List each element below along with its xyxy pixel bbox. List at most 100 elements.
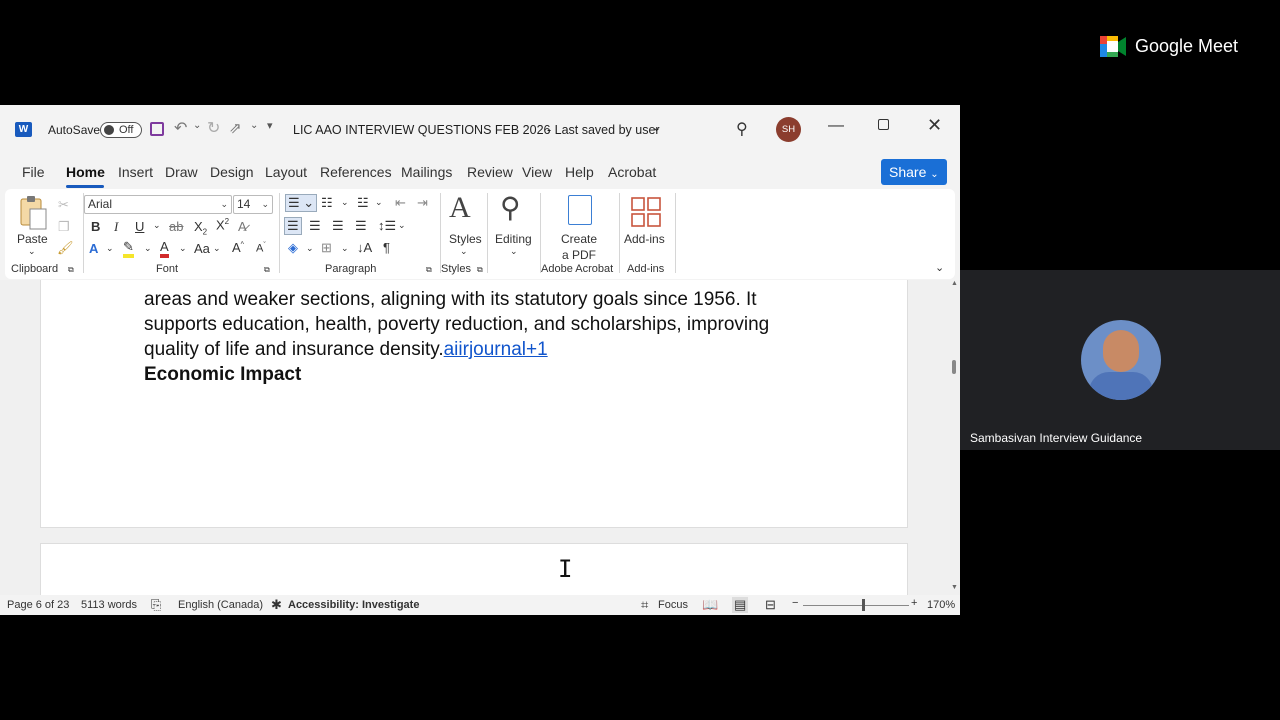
borders-icon[interactable]: ⊞ bbox=[321, 240, 332, 256]
chevron-down-icon[interactable]: ⌄ bbox=[375, 197, 383, 208]
chevron-down-icon[interactable]: ⌄ bbox=[144, 243, 152, 254]
clear-formatting-icon[interactable]: A̷ bbox=[238, 219, 247, 234]
read-mode-icon[interactable]: 📖 bbox=[702, 597, 718, 613]
autosave-toggle[interactable]: Off bbox=[100, 122, 142, 138]
tab-help[interactable]: Help bbox=[565, 164, 594, 180]
align-right-icon[interactable]: ☰ bbox=[332, 218, 344, 234]
chevron-down-icon[interactable]: ⌄ bbox=[153, 220, 161, 231]
avatar[interactable]: SH bbox=[776, 117, 801, 142]
web-layout-icon[interactable]: ⊟ bbox=[765, 597, 776, 613]
tab-references[interactable]: References bbox=[320, 164, 392, 180]
zoom-slider-thumb[interactable] bbox=[862, 599, 865, 611]
focus-icon[interactable]: ⌗ bbox=[641, 597, 648, 613]
line-spacing-icon[interactable]: ↕☰ bbox=[378, 218, 396, 234]
citation-link[interactable]: aiirjournal+1 bbox=[444, 339, 548, 360]
create-pdf-label-2[interactable]: a PDF bbox=[562, 248, 596, 262]
tab-home[interactable]: Home bbox=[66, 164, 105, 180]
page-count[interactable]: Page 6 of 23 bbox=[7, 599, 69, 611]
paste-label[interactable]: Paste bbox=[17, 232, 48, 246]
decrease-indent-icon[interactable]: ⇤ bbox=[395, 195, 406, 211]
tab-insert[interactable]: Insert bbox=[118, 164, 153, 180]
word-count[interactable]: 5113 words bbox=[81, 599, 137, 611]
styles-label[interactable]: Styles bbox=[449, 232, 482, 246]
chevron-down-icon[interactable]: ⌄ bbox=[398, 220, 406, 231]
search-icon[interactable]: ⚲ bbox=[736, 119, 748, 139]
create-pdf-icon[interactable] bbox=[568, 195, 592, 225]
add-ins-icon[interactable] bbox=[631, 197, 661, 227]
zoom-in-icon[interactable]: + bbox=[911, 597, 917, 609]
accessibility-icon[interactable]: ✱ bbox=[271, 597, 282, 613]
undo-dropdown-icon[interactable]: ⌄ bbox=[193, 120, 201, 131]
scroll-down-icon[interactable]: ▼ bbox=[951, 584, 958, 591]
align-center-icon[interactable]: ☰ bbox=[309, 218, 321, 234]
align-left-icon[interactable]: ☰ bbox=[284, 217, 302, 235]
dialog-launcher-icon[interactable]: ⧉ bbox=[264, 265, 270, 275]
tab-acrobat[interactable]: Acrobat bbox=[608, 164, 656, 180]
format-painter-icon[interactable]: 🖌 bbox=[57, 240, 74, 256]
tab-draw[interactable]: Draw bbox=[165, 164, 198, 180]
redo-icon[interactable]: ↻ bbox=[207, 118, 220, 138]
print-layout-icon[interactable]: ▤ bbox=[732, 597, 749, 613]
underline-icon[interactable]: U bbox=[135, 219, 144, 234]
participant-tile[interactable]: Sambasivan Interview Guidance bbox=[960, 270, 1280, 450]
zoom-out-icon[interactable]: − bbox=[792, 597, 798, 609]
add-ins-label[interactable]: Add-ins bbox=[624, 232, 665, 246]
share-quick-dropdown-icon[interactable]: ⌄ bbox=[250, 120, 258, 131]
chevron-down-icon[interactable]: ⌄ bbox=[510, 246, 518, 257]
chevron-down-icon[interactable]: ⌄ bbox=[306, 243, 314, 254]
create-pdf-label-1[interactable]: Create bbox=[561, 232, 597, 246]
justify-icon[interactable]: ☰ bbox=[355, 218, 367, 234]
show-formatting-icon[interactable]: ¶ bbox=[383, 240, 390, 255]
superscript-icon[interactable]: X2 bbox=[216, 217, 229, 232]
copy-icon[interactable]: ❐ bbox=[58, 219, 70, 235]
saved-status[interactable]: - Last saved by user bbox=[547, 123, 660, 137]
bold-icon[interactable]: B bbox=[91, 219, 100, 234]
chevron-down-icon[interactable]: ⌄ bbox=[460, 246, 468, 257]
highlight-icon[interactable]: ✎ bbox=[123, 240, 134, 258]
zoom-slider[interactable] bbox=[803, 605, 909, 606]
chevron-down-icon[interactable]: ⌄ bbox=[106, 243, 114, 254]
minimize-icon[interactable]: — bbox=[828, 117, 844, 135]
strikethrough-icon[interactable]: ab bbox=[169, 219, 183, 234]
tab-layout[interactable]: Layout bbox=[265, 164, 307, 180]
numbering-icon[interactable]: ☷ bbox=[321, 195, 333, 211]
chevron-down-icon[interactable]: ⌄ bbox=[341, 243, 349, 254]
sort-icon[interactable]: ↓A bbox=[357, 240, 372, 255]
customize-toolbar-icon[interactable]: ▾ bbox=[267, 119, 273, 132]
italic-icon[interactable]: I bbox=[114, 219, 118, 235]
focus-label[interactable]: Focus bbox=[658, 599, 688, 611]
cut-icon[interactable]: ✂ bbox=[58, 197, 69, 213]
tab-review[interactable]: Review bbox=[467, 164, 513, 180]
text-effects-icon[interactable]: A bbox=[89, 241, 98, 256]
chevron-down-icon[interactable]: ⌄ bbox=[28, 246, 36, 257]
font-size-select[interactable]: 14 ⌄ bbox=[233, 195, 273, 214]
grow-font-icon[interactable]: A^ bbox=[232, 240, 244, 255]
change-case-icon[interactable]: Aa bbox=[194, 241, 210, 256]
editing-search-icon[interactable]: ⚲ bbox=[500, 191, 521, 224]
document-page[interactable]: areas and weaker sections, aligning with… bbox=[40, 280, 908, 528]
scrollbar-thumb[interactable] bbox=[952, 360, 956, 374]
dialog-launcher-icon[interactable]: ⧉ bbox=[477, 265, 483, 275]
accessibility-status[interactable]: Accessibility: Investigate bbox=[288, 599, 419, 611]
chevron-down-icon[interactable]: ⌄ bbox=[179, 243, 187, 254]
share-quick-icon[interactable]: ⇗ bbox=[229, 119, 242, 137]
close-icon[interactable]: ✕ bbox=[927, 115, 942, 136]
font-name-select[interactable]: Arial ⌄ bbox=[84, 195, 232, 214]
styles-icon[interactable]: A bbox=[449, 191, 471, 225]
vertical-scrollbar[interactable]: ▲ ▼ bbox=[951, 280, 959, 595]
share-button[interactable]: Share ⌄ bbox=[881, 159, 947, 185]
font-color-icon[interactable]: A bbox=[160, 240, 169, 258]
dialog-launcher-icon[interactable]: ⧉ bbox=[426, 265, 432, 275]
subscript-icon[interactable]: X2 bbox=[194, 219, 207, 237]
zoom-level[interactable]: 170% bbox=[927, 599, 955, 611]
restore-icon[interactable] bbox=[878, 119, 889, 130]
shrink-font-icon[interactable]: Aˇ bbox=[256, 242, 266, 255]
tab-file[interactable]: File bbox=[22, 164, 45, 180]
collapse-ribbon-icon[interactable]: ⌄ bbox=[935, 261, 944, 274]
document-page[interactable] bbox=[40, 543, 908, 595]
editing-label[interactable]: Editing bbox=[495, 232, 532, 246]
chevron-down-icon[interactable]: ⌄ bbox=[341, 197, 349, 208]
chevron-down-icon[interactable]: ⌄ bbox=[213, 243, 221, 254]
tab-mailings[interactable]: Mailings bbox=[401, 164, 452, 180]
multilevel-list-icon[interactable]: ☳ bbox=[357, 195, 369, 211]
